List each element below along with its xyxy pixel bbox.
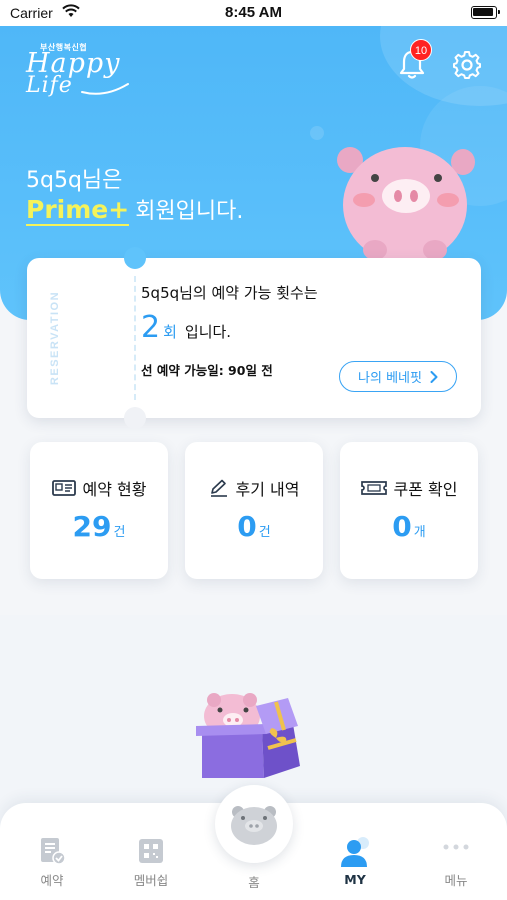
pencil-icon xyxy=(210,479,227,497)
tab-label: 멤버쉽 xyxy=(133,873,169,888)
ticket-icon xyxy=(360,481,387,495)
reservation-title: 5q5q님의 예약 가능 횟수는 xyxy=(141,284,318,302)
stat-label: 후기 내역 xyxy=(235,480,300,499)
dots-icon xyxy=(443,844,469,850)
stat-number: 29 xyxy=(72,510,112,543)
ticket-notch xyxy=(124,247,146,269)
chevron-right-icon xyxy=(430,370,438,383)
greeting-line1: 5q5q님은 xyxy=(26,168,123,193)
pig-home-icon xyxy=(231,806,277,845)
stat-label: 예약 현황 xyxy=(82,480,147,499)
reservation-count: 2 xyxy=(141,310,161,345)
my-benefit-label: 나의 베네핏 xyxy=(358,371,422,386)
logo-swoosh-icon xyxy=(81,83,129,95)
reservation-count-row: 2 회 입니다. xyxy=(141,310,231,345)
greeting-suffix: 회원입니다. xyxy=(135,199,244,224)
pig-mascot-icon xyxy=(337,147,475,262)
ticket-divider xyxy=(134,276,136,400)
stat-header: 후기 내역 xyxy=(185,476,323,500)
person-icon xyxy=(341,837,369,867)
stat-value: 0 건 xyxy=(185,510,323,543)
notification-badge: 10 xyxy=(410,39,432,61)
stat-unit: 건 xyxy=(258,525,271,540)
stat-card-reservations[interactable]: 예약 현황 29 건 xyxy=(30,442,168,579)
document-check-icon xyxy=(41,838,65,865)
status-bar: Carrier 8:45 AM xyxy=(0,0,507,26)
stat-number: 0 xyxy=(237,510,257,543)
tab-label: 예약 xyxy=(40,873,64,888)
greeting-line2: Prime+ 회원입니다. xyxy=(26,193,243,226)
stat-header: 예약 현황 xyxy=(30,476,168,500)
tab-home-button[interactable] xyxy=(215,785,293,863)
stat-label: 쿠폰 확인 xyxy=(393,480,458,499)
stat-header: 쿠폰 확인 xyxy=(340,476,478,500)
battery-icon xyxy=(471,6,500,19)
clock: 8:45 AM xyxy=(225,4,282,21)
pig-in-gift-box-icon xyxy=(196,693,300,778)
ticket-notch xyxy=(124,407,146,429)
stat-value: 0 개 xyxy=(340,510,478,543)
tab-my[interactable]: MY xyxy=(315,837,395,887)
advance-booking-text: 선 예약 가능일: 90일 전 xyxy=(141,363,273,378)
my-benefit-button[interactable]: 나의 베네핏 xyxy=(339,361,457,392)
logo-text-life: Life xyxy=(26,73,73,98)
tab-label: MY xyxy=(344,872,366,887)
stat-number: 0 xyxy=(392,510,412,543)
happy-life-logo: 부산행복신협 Happy Life xyxy=(22,42,132,102)
tab-label: 메뉴 xyxy=(444,873,468,888)
stat-card-reviews[interactable]: 후기 내역 0 건 xyxy=(185,442,323,579)
stat-unit: 건 xyxy=(113,525,126,540)
qr-card-icon xyxy=(139,839,163,863)
reservation-count-suffix: 입니다. xyxy=(184,323,232,341)
tab-home-label: 홈 xyxy=(248,875,260,890)
reservation-count-unit: 회 xyxy=(163,323,177,341)
tab-menu[interactable]: 메뉴 xyxy=(416,837,496,889)
stat-value: 29 건 xyxy=(30,510,168,543)
tab-reservation[interactable]: 예약 xyxy=(12,837,92,889)
reservation-side-label: RESERVATION xyxy=(49,290,61,386)
stat-unit: 개 xyxy=(413,525,426,540)
tab-membership[interactable]: 멤버쉽 xyxy=(111,837,191,889)
gear-icon[interactable] xyxy=(452,50,482,80)
reservation-icon xyxy=(51,480,76,496)
membership-tier: Prime+ xyxy=(26,195,130,226)
stat-card-coupons[interactable]: 쿠폰 확인 0 개 xyxy=(340,442,478,579)
